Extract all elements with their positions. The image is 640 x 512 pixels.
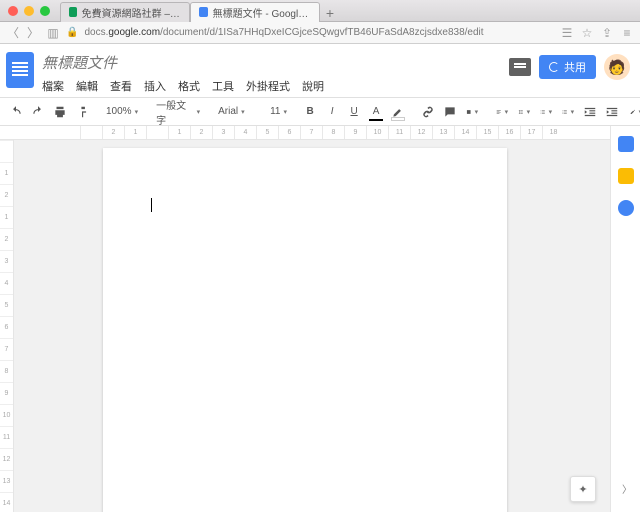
browser-tabs: 免費資源網路社群 – 免費資訊 無標題文件 - Google 文件 + bbox=[60, 0, 340, 22]
doc-title[interactable]: 無標題文件 bbox=[42, 50, 509, 75]
docs-logo-icon[interactable] bbox=[6, 52, 34, 88]
align-button[interactable] bbox=[492, 102, 512, 122]
bookmark-icon[interactable]: ☆ bbox=[580, 26, 594, 40]
underline-button[interactable]: U bbox=[344, 102, 364, 122]
text-cursor bbox=[151, 198, 152, 212]
menu-insert[interactable]: 插入 bbox=[144, 78, 166, 94]
document-page[interactable] bbox=[103, 148, 507, 512]
nav-back-button[interactable]: 〈 bbox=[6, 24, 20, 41]
indent-decrease-button[interactable] bbox=[580, 102, 600, 122]
insert-image-button[interactable] bbox=[462, 102, 482, 122]
window-zoom[interactable] bbox=[40, 6, 50, 16]
nav-forward-button[interactable]: 〉 bbox=[26, 24, 40, 41]
menu-addons[interactable]: 外掛程式 bbox=[246, 78, 290, 94]
zoom-select[interactable]: 100% bbox=[102, 102, 142, 122]
page-scroll[interactable]: 121234567891011121314151617181920 bbox=[0, 140, 610, 512]
fontsize-select[interactable]: 11 bbox=[266, 102, 290, 122]
account-avatar[interactable]: 🧑 bbox=[604, 54, 630, 80]
editor-workspace: 21123456789101112131415161718 1212345678… bbox=[0, 126, 610, 512]
style-select[interactable]: 一般文字 bbox=[152, 102, 204, 122]
favicon-icon bbox=[199, 7, 208, 17]
vertical-ruler[interactable]: 121234567891011121314151617181920 bbox=[0, 140, 14, 512]
share-button[interactable]: 共用 bbox=[539, 55, 596, 79]
horizontal-ruler[interactable]: 21123456789101112131415161718 bbox=[0, 126, 610, 140]
menu-view[interactable]: 查看 bbox=[110, 78, 132, 94]
keep-icon[interactable] bbox=[618, 168, 634, 184]
side-panel-toggle[interactable]: 〉 bbox=[622, 481, 632, 496]
redo-button[interactable] bbox=[28, 102, 48, 122]
menu-file[interactable]: 檔案 bbox=[42, 78, 64, 94]
docs-toolbar: 100% 一般文字 Arial 11 B I U A ᐱ bbox=[0, 98, 640, 126]
editing-mode-button[interactable] bbox=[626, 102, 640, 122]
menu-bar: 檔案 編輯 查看 插入 格式 工具 外掛程式 說明 bbox=[42, 78, 509, 94]
insert-link-button[interactable] bbox=[418, 102, 438, 122]
indent-increase-button[interactable] bbox=[602, 102, 622, 122]
menu-format[interactable]: 格式 bbox=[178, 78, 200, 94]
comments-button[interactable] bbox=[509, 58, 531, 76]
menu-help[interactable]: 說明 bbox=[302, 78, 324, 94]
side-panel bbox=[610, 126, 640, 512]
explore-button[interactable]: ✦ bbox=[570, 476, 596, 502]
print-button[interactable] bbox=[50, 102, 70, 122]
highlight-color-button[interactable] bbox=[388, 102, 408, 122]
calendar-icon[interactable] bbox=[618, 136, 634, 152]
text-color-button[interactable]: A bbox=[366, 102, 386, 122]
url-field[interactable]: docs.google.com/document/d/1ISa7HHqDxeIC… bbox=[84, 27, 554, 38]
menu-edit[interactable]: 編輯 bbox=[76, 78, 98, 94]
undo-button[interactable] bbox=[6, 102, 26, 122]
browser-address-bar: 〈 〉 ▥ 🔒 docs.google.com/document/d/1ISa7… bbox=[0, 22, 640, 44]
browser-tab[interactable]: 無標題文件 - Google 文件 bbox=[190, 2, 320, 22]
window-titlebar: 免費資源網路社群 – 免費資訊 無標題文件 - Google 文件 + bbox=[0, 0, 640, 22]
browser-tab[interactable]: 免費資源網路社群 – 免費資訊 bbox=[60, 2, 190, 22]
font-select[interactable]: Arial bbox=[214, 102, 256, 122]
lock-icon: 🔒 bbox=[66, 27, 78, 38]
share-icon[interactable]: ⇪ bbox=[600, 26, 614, 40]
line-spacing-button[interactable] bbox=[514, 102, 534, 122]
menu-tools[interactable]: 工具 bbox=[212, 78, 234, 94]
window-minimize[interactable] bbox=[24, 6, 34, 16]
favicon-icon bbox=[69, 7, 77, 17]
tasks-icon[interactable] bbox=[618, 200, 634, 216]
bulleted-list-button[interactable] bbox=[558, 102, 578, 122]
insert-comment-button[interactable] bbox=[440, 102, 460, 122]
window-close[interactable] bbox=[8, 6, 18, 16]
italic-button[interactable]: I bbox=[322, 102, 342, 122]
nav-tabs-button[interactable]: ▥ bbox=[46, 26, 60, 40]
numbered-list-button[interactable] bbox=[536, 102, 556, 122]
reader-icon[interactable]: ☰ bbox=[560, 26, 574, 40]
docs-header: 無標題文件 檔案 編輯 查看 插入 格式 工具 外掛程式 說明 共用 🧑 bbox=[0, 44, 640, 98]
menu-icon[interactable]: ≡ bbox=[620, 26, 634, 40]
paint-format-button[interactable] bbox=[72, 102, 92, 122]
bold-button[interactable]: B bbox=[300, 102, 320, 122]
new-tab-button[interactable]: + bbox=[320, 4, 340, 22]
